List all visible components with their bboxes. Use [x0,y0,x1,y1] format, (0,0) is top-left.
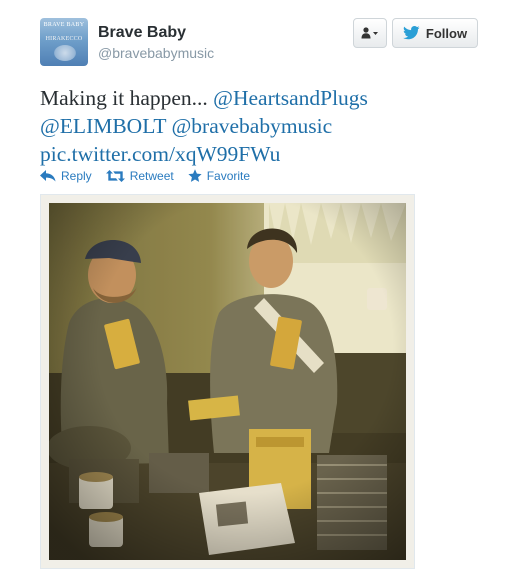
avatar[interactable]: BRAVE BABY HIRAKECCO [40,18,88,66]
retweet-label: Retweet [129,169,174,183]
avatar-text-mid: HIRAKECCO [45,36,83,42]
user-dropdown-icon [361,27,378,39]
favorite-action[interactable]: Favorite [188,169,250,183]
mention-link[interactable]: @bravebabymusic [172,114,333,138]
star-icon [188,169,202,182]
photo-illustration [49,203,406,560]
tweet-photo[interactable] [40,194,415,569]
follow-label: Follow [425,25,468,41]
user-actions-button[interactable] [353,18,387,48]
mention-link[interactable]: @HeartsandPlugs [213,86,368,110]
twitter-bird-icon [403,26,420,40]
tweet-text-plain: Making it happen... [40,86,214,110]
avatar-artwork [54,45,76,61]
follow-button[interactable]: Follow [392,18,478,48]
reply-label: Reply [61,169,92,183]
tweet-text: Making it happen... @HeartsandPlugs @ELI… [40,84,480,168]
user-handle[interactable]: @bravebabymusic [98,45,214,61]
retweet-icon [105,170,125,182]
user-name[interactable]: Brave Baby [98,24,186,42]
tweet-actions: Reply Retweet Favorite [40,167,264,185]
reply-action[interactable]: Reply [40,169,92,183]
mention-link[interactable]: @ELIMBOLT [40,114,166,138]
pic-link[interactable]: pic.twitter.com/xqW99FWu [40,142,280,166]
retweet-action[interactable]: Retweet [105,169,174,183]
favorite-label: Favorite [206,169,251,183]
avatar-text-top: BRAVE BABY [43,22,85,28]
reply-arrow-icon [40,170,56,182]
